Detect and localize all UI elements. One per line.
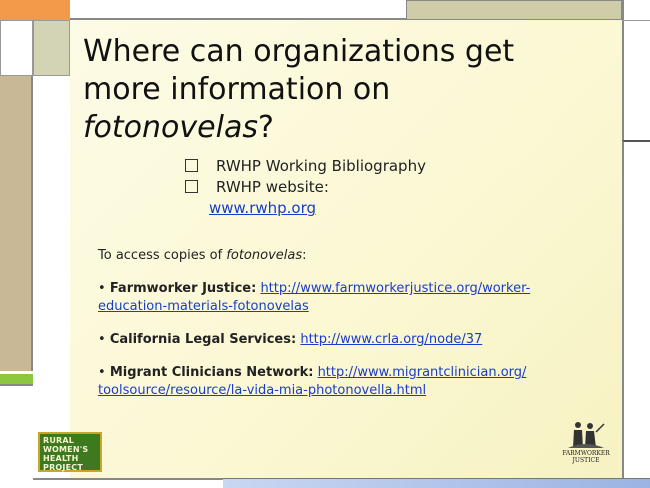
resource-link-cont[interactable]: education-materials-fotonovelas xyxy=(98,299,309,314)
bullet-text: RWHP website: xyxy=(216,178,329,196)
title-line-3: fotonovelas? xyxy=(83,109,603,147)
rural-womens-health-project-logo: RURAL WOMEN'S HEALTH PROJECT xyxy=(38,432,102,472)
olive-square xyxy=(33,20,70,76)
left-white-top xyxy=(0,20,33,76)
rwhp-website-link[interactable]: www.rwhp.org xyxy=(209,199,316,217)
resource-item: • California Legal Services: http://www.… xyxy=(98,332,483,347)
resource-link-cont[interactable]: toolsource/resource/la-vida-mia-photonov… xyxy=(98,383,426,398)
bullet-text: RWHP Working Bibliography xyxy=(216,157,426,175)
title-suffix: ? xyxy=(257,110,274,145)
checkbox-icon xyxy=(185,180,198,193)
bottom-left-line xyxy=(33,478,223,488)
bullet-item: RWHP website: xyxy=(185,177,426,198)
farmworker-justice-logo: FARMWORKER JUSTICE xyxy=(560,420,612,468)
olive-block-top xyxy=(406,0,622,20)
access-section: To access copies of fotonovelas: • Farmw… xyxy=(98,247,568,415)
resource-name: Farmworker Justice: xyxy=(109,281,257,296)
resource-item: • Migrant Clinicians Network: http://www… xyxy=(98,365,527,398)
title-line-1: Where can organizations get xyxy=(83,34,515,69)
resource-name: Migrant Clinicians Network: xyxy=(109,365,314,380)
bullet-list: RWHP Working Bibliography RWHP website: … xyxy=(185,156,426,219)
access-intro: To access copies of fotonovelas: xyxy=(98,248,307,263)
tan-block xyxy=(0,76,33,371)
bullet-item: RWHP Working Bibliography xyxy=(185,156,426,177)
checkbox-icon xyxy=(185,159,198,172)
resource-name: California Legal Services: xyxy=(109,332,297,347)
top-right-cell xyxy=(622,0,650,20)
top-line xyxy=(70,0,406,20)
resource-link[interactable]: http://www.farmworkerjustice.org/worker- xyxy=(260,281,530,296)
right-white-cells xyxy=(622,20,650,140)
farmworker-figures-icon xyxy=(568,422,605,448)
title-italic: fotonovelas xyxy=(83,110,258,145)
left-bottom-cell xyxy=(0,384,33,488)
title-line-2: more information on xyxy=(83,72,391,107)
blue-bar xyxy=(223,478,650,488)
orange-block xyxy=(0,0,70,20)
resource-item: • Farmworker Justice: http://www.farmwor… xyxy=(98,281,531,314)
slide-title: Where can organizations get more informa… xyxy=(83,33,603,147)
resource-link[interactable]: http://www.migrantclinician.org/ xyxy=(318,365,527,380)
green-strip xyxy=(0,374,33,384)
resource-link[interactable]: http://www.crla.org/node/37 xyxy=(300,332,482,347)
right-divider xyxy=(622,140,650,478)
